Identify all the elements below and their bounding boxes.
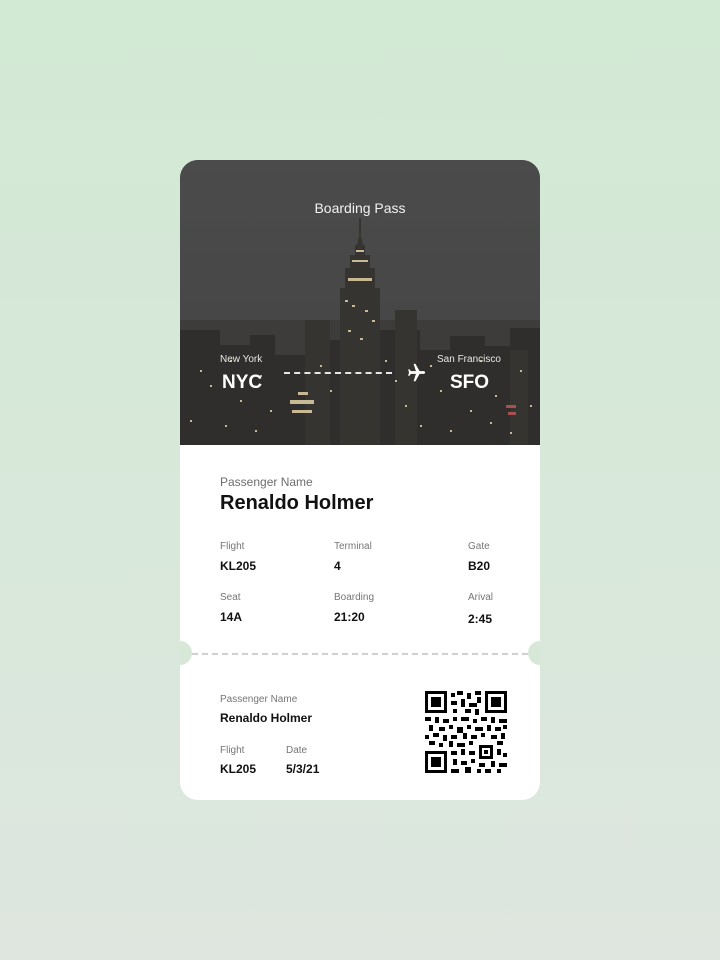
stub-flight-label: Flight bbox=[220, 745, 245, 756]
destination-code: SFO bbox=[450, 372, 490, 393]
flight-value: KL205 bbox=[220, 559, 257, 573]
qr-code bbox=[425, 691, 507, 773]
seat-label: Seat bbox=[220, 592, 241, 603]
hero-cityscape: Boarding Pass New York NYC San Francisco… bbox=[180, 160, 540, 445]
gate-value: B20 bbox=[468, 559, 491, 573]
origin-city: New York bbox=[220, 354, 263, 365]
passenger-details: Passenger Name Renaldo Holmer Flight KL2… bbox=[180, 445, 540, 655]
stub-passenger-label: Passenger Name bbox=[220, 694, 298, 705]
stub-date-value: 5/3/21 bbox=[286, 762, 320, 776]
flight-label: Flight bbox=[220, 541, 245, 552]
seat-value: 14A bbox=[220, 610, 243, 624]
terminal-value: 4 bbox=[334, 559, 341, 573]
passenger-name: Renaldo Holmer bbox=[220, 492, 374, 514]
arrival-label: Arival bbox=[468, 592, 494, 603]
tear-notch-right bbox=[528, 641, 540, 665]
boarding-pass-title: Boarding Pass bbox=[314, 200, 406, 216]
boarding-pass-card: Boarding Pass New York NYC San Francisco… bbox=[180, 160, 540, 800]
boarding-value: 21:20 bbox=[334, 610, 365, 624]
stub-date-label: Date bbox=[286, 745, 308, 756]
stub-passenger-name: Renaldo Holmer bbox=[220, 711, 313, 725]
airplane-icon bbox=[408, 363, 426, 382]
boarding-label: Boarding bbox=[334, 592, 375, 603]
route-line bbox=[284, 372, 392, 374]
gate-label: Gate bbox=[468, 541, 490, 552]
tear-line bbox=[192, 653, 528, 655]
stub-flight-value: KL205 bbox=[220, 762, 257, 776]
terminal-label: Terminal bbox=[334, 541, 372, 552]
arrival-value: 2:45 bbox=[468, 612, 493, 626]
origin-code: NYC bbox=[222, 372, 263, 393]
destination-city: San Francisco bbox=[437, 354, 501, 365]
passenger-name-label: Passenger Name bbox=[220, 475, 313, 489]
